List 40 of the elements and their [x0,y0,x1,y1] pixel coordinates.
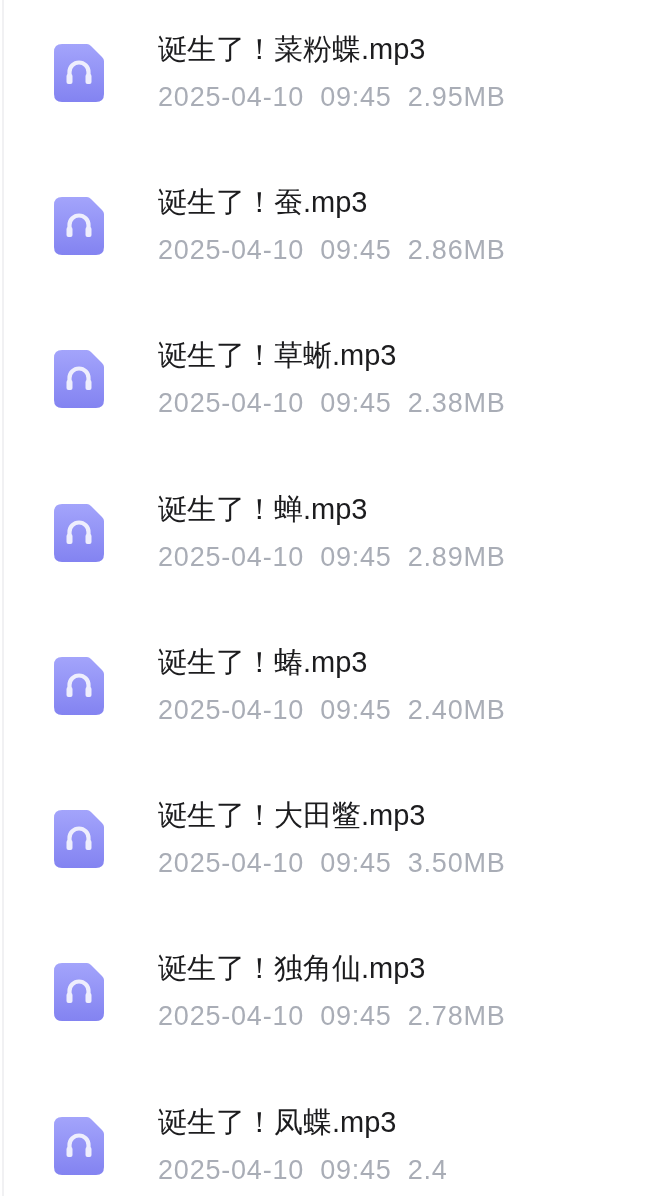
file-time: 09:45 [320,387,392,421]
file-date: 2025-04-10 [158,847,305,881]
file-name: 诞生了！菜粉蝶.mp3 [158,31,427,66]
audio-file-icon [54,196,104,255]
file-date: 2025-04-10 [158,1000,305,1034]
file-date: 2025-04-10 [158,693,305,727]
file-time: 09:45 [320,540,392,574]
audio-file-icon [54,1116,104,1175]
file-date: 2025-04-10 [158,233,305,267]
audio-file-icon [54,43,104,102]
file-size: 2.78MB [407,1000,506,1034]
file-size: 2.40MB [407,693,506,727]
file-name: 诞生了！独角仙.mp3 [158,951,427,986]
file-name: 诞生了！蝽.mp3 [158,644,369,679]
file-size: 2.4 [407,1153,448,1187]
file-date: 2025-04-10 [158,1153,305,1187]
file-size: 2.86MB [407,233,506,267]
file-time: 09:45 [320,233,392,267]
file-name: 诞生了！草蜥.mp3 [158,338,398,373]
audio-file-icon [54,963,104,1022]
file-time: 09:45 [320,80,392,114]
file-name: 诞生了！蚕.mp3 [158,184,369,219]
file-time: 09:45 [320,1153,392,1187]
file-time: 09:45 [320,693,392,727]
audio-file-icon [54,810,104,869]
file-date: 2025-04-10 [158,80,305,114]
file-name: 诞生了！凤蝶.mp3 [158,1104,398,1139]
audio-file-icon [54,503,104,562]
audio-file-icon [54,656,104,715]
file-date: 2025-04-10 [158,540,305,574]
file-name: 诞生了！蝉.mp3 [158,491,369,526]
file-date: 2025-04-10 [158,387,305,421]
audio-file-icon [54,350,104,409]
file-name: 诞生了！大田鳖.mp3 [158,798,427,833]
file-size: 2.89MB [407,540,506,574]
file-size: 2.38MB [407,387,506,421]
file-time: 09:45 [320,847,392,881]
file-size: 2.95MB [407,80,506,114]
file-size: 3.50MB [407,847,506,881]
file-time: 09:45 [320,1000,392,1034]
